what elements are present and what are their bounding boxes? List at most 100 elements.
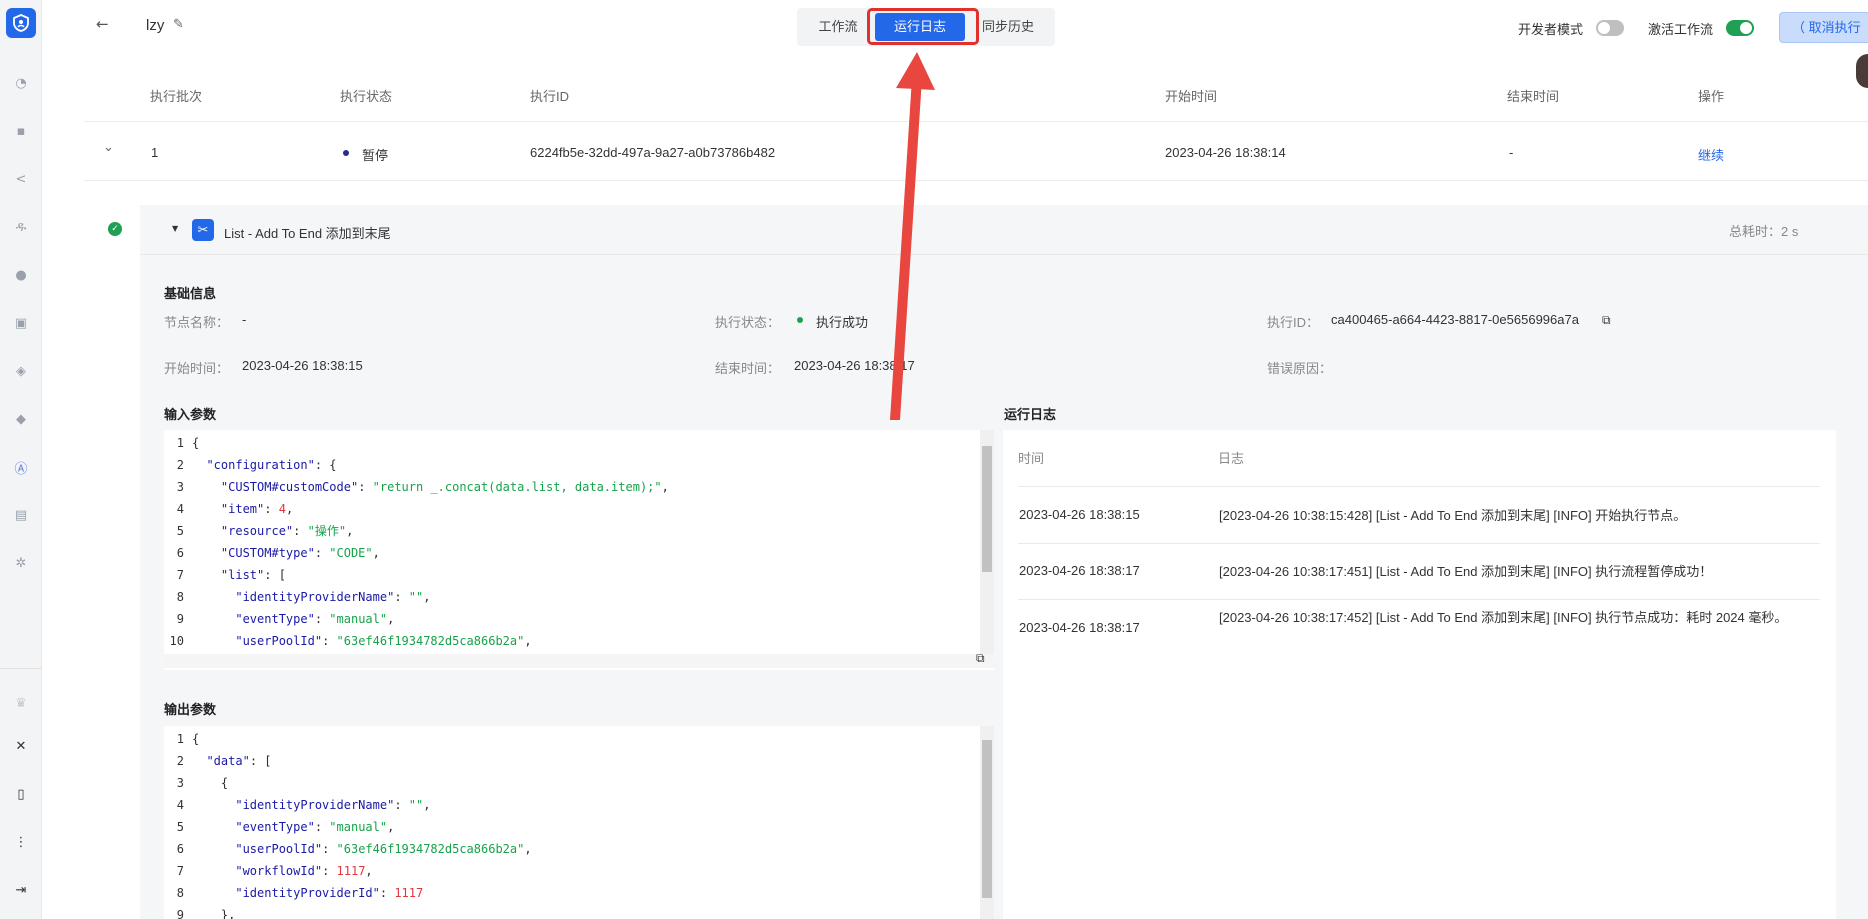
expand-icon[interactable]: ⧉ [976, 651, 985, 666]
success-dot [797, 317, 803, 323]
page-title: lzy [146, 17, 165, 34]
code-line: 5 "resource": "操作", [164, 520, 984, 542]
line-number: 9 [176, 908, 184, 919]
code-line: 3 { [164, 772, 984, 794]
letter-a-icon[interactable]: Ⓐ [13, 459, 29, 477]
log-col-message: 日志 [1218, 451, 1245, 466]
settings-icon[interactable]: ✲ [13, 555, 29, 571]
node-title: List - Add To End 添加到末尾 [224, 226, 391, 241]
sidebar-divider [0, 668, 42, 669]
node-panel-header[interactable] [140, 205, 1868, 255]
line-number: 4 [176, 502, 184, 516]
activate-workflow-toggle[interactable] [1726, 20, 1754, 36]
chevron-down-icon[interactable]: ⌄ [103, 140, 114, 155]
col-batch: 执行批次 [150, 89, 203, 104]
horizontal-scrollbar[interactable] [164, 654, 994, 668]
rocket-icon[interactable]: ◆ [13, 411, 29, 427]
toggle-knob [1598, 22, 1610, 34]
tab-workflow[interactable]: 工作流 [803, 13, 873, 41]
cell-batch: 1 [151, 145, 159, 160]
scrollbar[interactable] [980, 430, 994, 654]
log-message: [2023-04-26 10:38:17:452] [List - Add To… [1219, 610, 1788, 625]
line-number: 10 [169, 634, 184, 648]
document-icon[interactable]: ▤ [13, 507, 29, 523]
code-line: 1{ [164, 728, 984, 750]
share-icon[interactable]: < [13, 171, 29, 187]
tools-icon[interactable]: ✕ [13, 738, 29, 754]
output-params-title: 输出参数 [164, 702, 217, 717]
highlight-box [867, 8, 979, 45]
line-number: 7 [176, 864, 184, 878]
input-params-title: 输入参数 [164, 407, 217, 422]
scrollbar-thumb[interactable] [982, 740, 992, 898]
line-number: 3 [176, 480, 184, 494]
start-time-label: 开始时间： [164, 361, 230, 376]
copy-icon[interactable]: ⧉ [1602, 313, 1611, 328]
code-line: 10 "userPoolId": "63ef46f1934782d5ca866b… [164, 630, 984, 652]
log-message: [2023-04-26 10:38:15:428] [List - Add To… [1219, 508, 1687, 523]
divider [84, 121, 1868, 122]
code-line: 2 "data": [ [164, 750, 984, 772]
caret-down-icon[interactable]: ▼ [172, 224, 178, 233]
tools-node-icon: ✂ [192, 219, 214, 241]
shield-check-icon[interactable]: ◈ [13, 363, 29, 379]
dev-mode-toggle[interactable] [1596, 20, 1624, 36]
code-line: 8 "identityProviderName": "", [164, 586, 984, 608]
node-name-label: 节点名称： [164, 315, 230, 330]
exec-status-value: 执行成功 [816, 315, 869, 330]
status-dot [343, 150, 349, 156]
col-start-time: 开始时间 [1165, 89, 1218, 104]
log-time: 2023-04-26 18:38:17 [1019, 620, 1140, 635]
divider [1018, 486, 1820, 487]
line-number: 6 [176, 842, 184, 856]
plugin-icon[interactable]: ♛ [13, 695, 29, 711]
line-number: 1 [176, 732, 184, 746]
line-number: 3 [176, 776, 184, 790]
arrow-head [896, 52, 935, 90]
output-code-editor[interactable]: 1{2 "data": [3 {4 "identityProviderName"… [164, 726, 994, 919]
exec-id-value: ca400465-a664-4423-8817-0e5656996a7a [1331, 312, 1579, 327]
shield-logo-icon[interactable] [6, 8, 36, 38]
col-end-time: 结束时间 [1507, 89, 1560, 104]
cancel-execution-button[interactable]: （ 取消执行 [1779, 12, 1868, 43]
more-icon[interactable]: ⋮ [13, 834, 29, 850]
col-action: 操作 [1698, 89, 1725, 104]
back-arrow-icon[interactable]: ← [96, 15, 109, 33]
exec-status-label: 执行状态： [715, 315, 781, 330]
code-line: 4 "identityProviderName": "", [164, 794, 984, 816]
col-exec-id: 执行ID [530, 89, 570, 104]
divider [1018, 543, 1820, 544]
book-icon[interactable]: ▯ [13, 786, 29, 802]
line-number: 7 [176, 568, 184, 582]
check-circle-icon: ✓ [108, 222, 122, 236]
line-number: 8 [176, 886, 184, 900]
code-line: 6 "CUSTOM#type": "CODE", [164, 542, 984, 564]
code-line: 4 "item": 4, [164, 498, 984, 520]
code-line: 8 "identityProviderId": 1117 [164, 882, 984, 904]
scrollbar-thumb[interactable] [982, 446, 992, 572]
collapse-icon[interactable]: ⇥ [13, 882, 29, 898]
log-col-time: 时间 [1018, 451, 1045, 466]
pie-chart-icon[interactable]: ◔ [13, 75, 29, 91]
continue-link[interactable]: 继续 [1698, 145, 1724, 164]
globe-icon[interactable]: ● [13, 267, 29, 283]
code-line: 1{ [164, 432, 984, 454]
lock-icon[interactable]: ▣ [13, 315, 29, 331]
line-number: 6 [176, 546, 184, 560]
divider [1018, 599, 1820, 600]
code-line: 9 }, [164, 904, 984, 919]
avatar[interactable] [1856, 54, 1868, 88]
line-number: 1 [176, 436, 184, 450]
scrollbar[interactable] [980, 726, 994, 919]
code-line: 3 "CUSTOM#customCode": "return _.concat(… [164, 476, 984, 498]
log-time: 2023-04-26 18:38:15 [1019, 507, 1140, 522]
line-number: 2 [176, 754, 184, 768]
apps-icon[interactable]: ▪ [13, 123, 29, 139]
org-tree-icon[interactable]: ዱ [13, 219, 29, 235]
divider [84, 180, 1868, 181]
exec-id-label: 执行ID： [1267, 315, 1320, 330]
code-line: 7 "list": [ [164, 564, 984, 586]
input-code-editor[interactable]: 1{2 "configuration": {3 "CUSTOM#customCo… [164, 430, 994, 670]
run-log-title: 运行日志 [1004, 407, 1057, 422]
edit-icon[interactable]: ✎ [173, 17, 184, 32]
